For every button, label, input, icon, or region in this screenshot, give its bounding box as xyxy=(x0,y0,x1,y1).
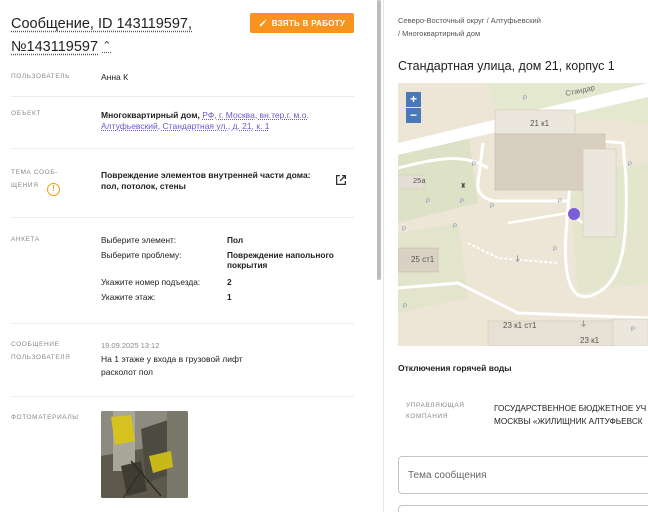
photo-thumbnail[interactable] xyxy=(101,411,188,498)
topic-value-line1: Повреждение элементов внутренней части д… xyxy=(101,170,311,180)
svg-text:P: P xyxy=(631,327,635,333)
user-message-label-line1: СООБЩЕНИЕ xyxy=(11,341,60,348)
management-company-value: ГОСУДАРСТВЕННОЕ БЮДЖЕТНОЕ УЧ МОСКВЫ «ЖИЛ… xyxy=(494,402,646,428)
message-panel: Сообщение, ID 143119597, №143119597 ⌃ ВЗЯ… xyxy=(0,0,380,512)
management-company-value-line1: ГОСУДАРСТВЕННОЕ БЮДЖЕТНОЕ УЧ xyxy=(494,404,647,413)
topic-label-line1: ТЕМА СООБ- xyxy=(11,169,58,176)
topic-value-line2: пол, потолок, стены xyxy=(101,181,186,191)
svg-text:P: P xyxy=(523,96,527,102)
management-company-value-line2: МОСКВЫ «ЖИЛИЩНИК АЛТУФЬЕВСК xyxy=(494,417,643,426)
survey-key: Выберите элемент: xyxy=(101,235,177,245)
svg-text:P: P xyxy=(402,227,406,233)
user-message-label: СООБЩЕНИЕ ПОЛЬЗОВАТЕЛЯ xyxy=(11,338,70,364)
breadcrumb-line1[interactable]: Северо-Восточный округ / Алтуфьевский xyxy=(398,16,541,25)
map[interactable]: Стандар 21 к1 25а 25 ст1 23 к1 ст1 23 к1… xyxy=(398,83,648,346)
survey-label: АНКЕТА xyxy=(11,236,40,243)
svg-text:P: P xyxy=(472,162,476,168)
svg-text:P: P xyxy=(490,204,494,210)
open-external-icon[interactable] xyxy=(334,173,348,187)
divider xyxy=(11,96,354,97)
warning-icon: ! xyxy=(47,183,60,196)
topic-value: Повреждение элементов внутренней части д… xyxy=(101,170,326,192)
topic-label-line2: ЩЕНИЯ xyxy=(11,182,39,189)
management-company-label: УПРАВЛЯЮЩАЯ КОМПАНИЯ xyxy=(406,400,465,422)
map-poi-icon: ⏚ xyxy=(580,320,587,328)
survey-value: 2 xyxy=(227,277,232,287)
message-input[interactable] xyxy=(398,505,648,512)
divider xyxy=(11,217,354,218)
object-label: ОБЪЕКТ xyxy=(11,110,41,117)
survey-key: Укажите этаж: xyxy=(101,292,156,302)
svg-text:P: P xyxy=(558,199,562,205)
map-building-label: 25 ст1 xyxy=(411,255,435,264)
breadcrumb-line2[interactable]: / Многоквартирный дом xyxy=(398,29,480,38)
message-date: 19.09.2025 13:12 xyxy=(101,341,160,350)
divider xyxy=(11,323,354,324)
survey-value: Повреждение напольного покрытия xyxy=(227,250,334,270)
map-building-label: 21 к1 xyxy=(530,119,550,128)
photos-label: ФОТОМАТЕРИАЛЫ xyxy=(11,414,79,421)
hot-water-outage-title: Отключения горячей воды xyxy=(398,363,512,373)
survey-value: 1 xyxy=(227,292,232,302)
zoom-in-button[interactable]: + xyxy=(406,92,421,107)
pencil-icon xyxy=(259,19,267,27)
survey-key: Укажите номер подъезда: xyxy=(101,277,201,287)
divider xyxy=(11,148,354,149)
user-message-label-line2: ПОЛЬЗОВАТЕЛЯ xyxy=(11,354,71,361)
svg-text:P: P xyxy=(628,162,632,168)
zoom-out-button[interactable]: − xyxy=(406,108,421,123)
object-type: Многоквартирный дом, xyxy=(101,110,200,120)
object-address-link[interactable]: РФ, г. Москва, вн.тер.г. м.о. xyxy=(202,110,309,120)
user-label: ПОЛЬЗОВАТЕЛЬ xyxy=(11,73,71,80)
message-text-line2: расколот пол xyxy=(101,367,154,377)
user-value: Анна К xyxy=(101,72,129,82)
svg-text:P: P xyxy=(460,199,464,205)
management-company-label-line2: КОМПАНИЯ xyxy=(406,413,449,420)
map-building-label: 25а xyxy=(413,176,426,185)
chevron-up-icon[interactable]: ⌃ xyxy=(102,35,111,57)
subject-input[interactable]: Тема сообщения xyxy=(398,456,648,494)
survey-key: Выберите проблему: xyxy=(101,250,182,260)
address-title: Стандартная улица, дом 21, корпус 1 xyxy=(398,59,615,73)
object-address-link-line2[interactable]: Алтуфьевский, Стандартная ул., д. 21, к.… xyxy=(101,121,270,131)
svg-text:P: P xyxy=(453,224,457,230)
survey-value: Пол xyxy=(227,235,244,245)
scrollbar[interactable] xyxy=(377,0,381,280)
svg-text:P: P xyxy=(403,304,407,310)
map-building-label: 23 к1 ст1 xyxy=(503,321,537,330)
map-poi-icon: ⏚ xyxy=(514,255,521,263)
panel-divider xyxy=(383,0,384,512)
map-poi-icon: ♜ xyxy=(460,182,466,190)
message-text: На 1 этаже у входа в грузовой лифт раско… xyxy=(101,353,301,379)
svg-text:P: P xyxy=(426,199,430,205)
message-text-line1: На 1 этаже у входа в грузовой лифт xyxy=(101,354,243,364)
subject-input-placeholder: Тема сообщения xyxy=(408,469,487,481)
divider xyxy=(11,396,354,397)
object-value: Многоквартирный дом, РФ, г. Москва, вн.т… xyxy=(101,110,351,132)
message-title[interactable]: Сообщение, ID 143119597, №143119597 ⌃ xyxy=(11,13,243,58)
take-to-work-label: ВЗЯТЬ В РАБОТУ xyxy=(271,18,346,28)
take-to-work-button[interactable]: ВЗЯТЬ В РАБОТУ xyxy=(250,13,354,33)
map-zoom-control: + − xyxy=(406,92,421,123)
breadcrumb: Северо-Восточный округ / Алтуфьевский / … xyxy=(398,14,648,40)
management-company-label-line1: УПРАВЛЯЮЩАЯ xyxy=(406,402,465,409)
map-building-label: 23 к1 xyxy=(580,336,600,345)
svg-text:P: P xyxy=(553,247,557,253)
location-marker-icon[interactable] xyxy=(568,208,580,220)
